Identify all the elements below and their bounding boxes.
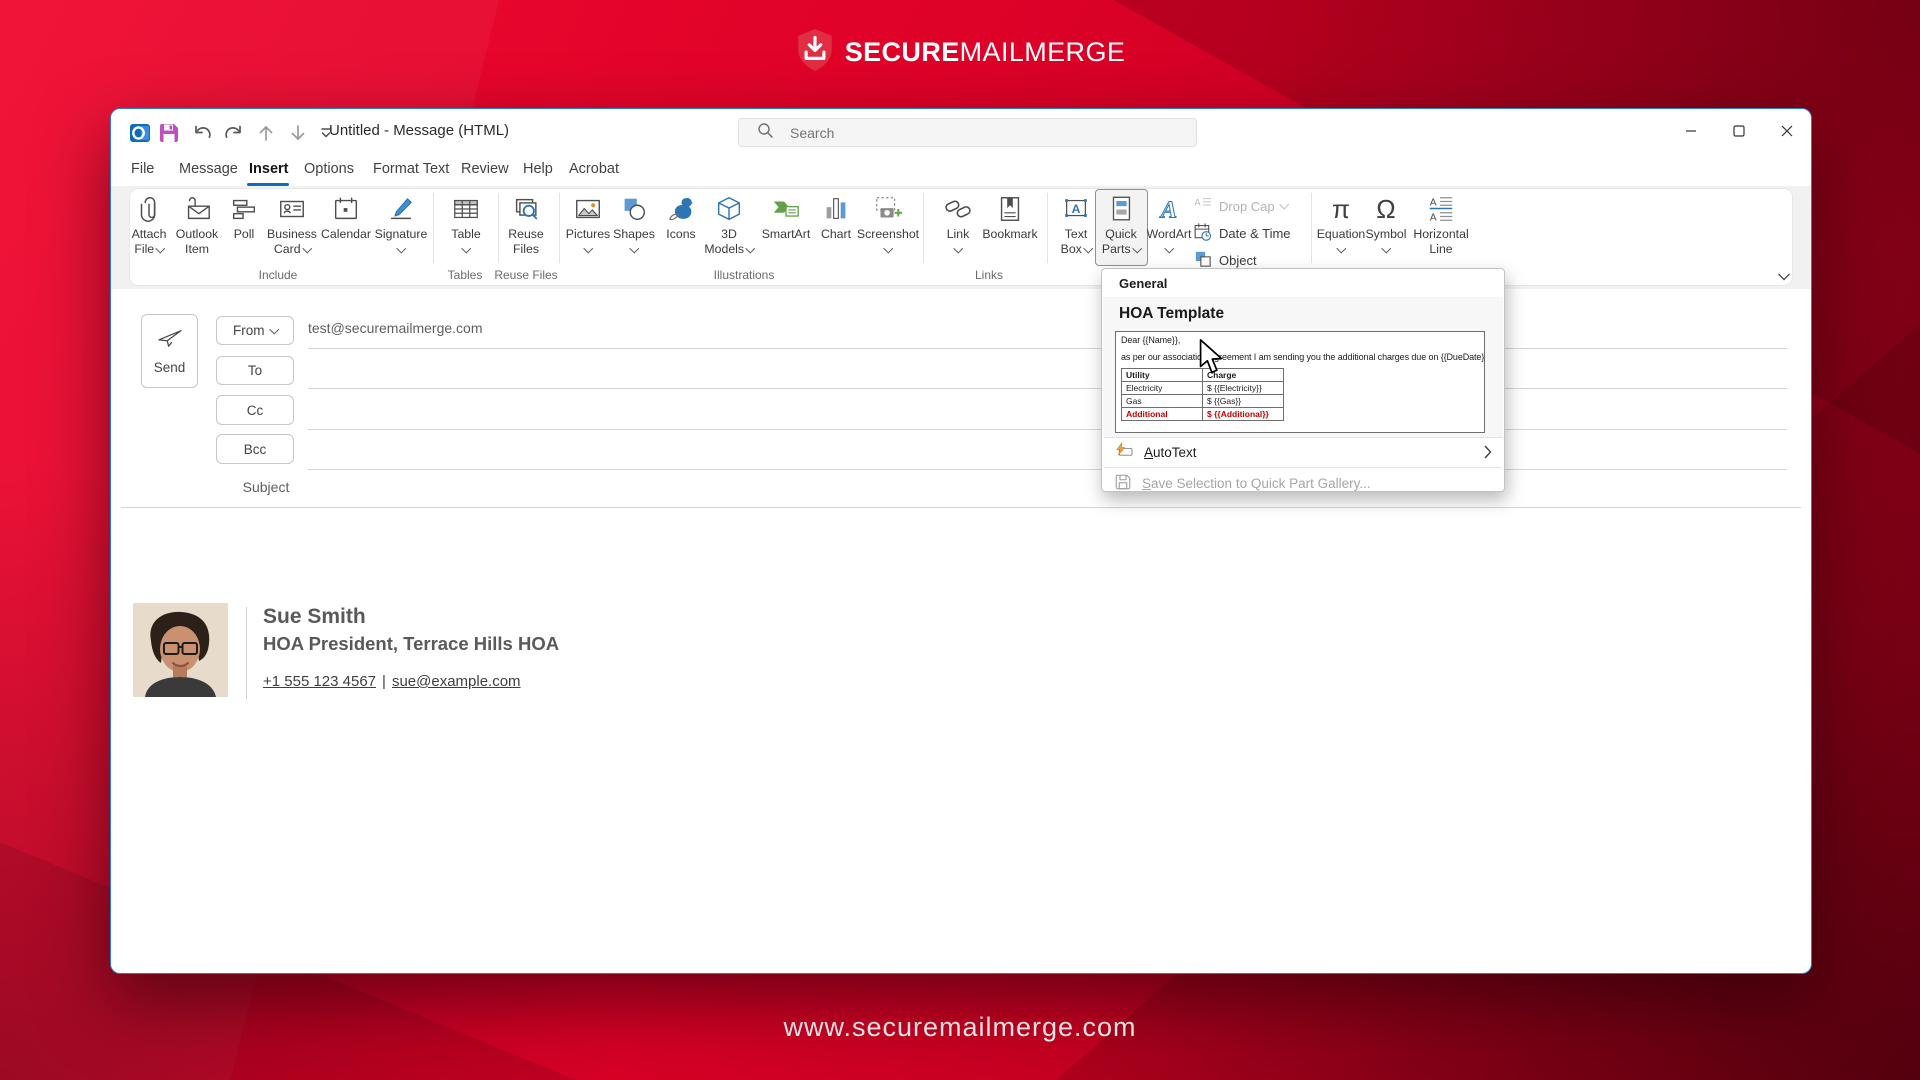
tab-file[interactable]: File	[131, 153, 154, 186]
brand-shield-icon	[795, 28, 835, 77]
menu-section-general: General	[1119, 276, 1168, 291]
dropdown-chevron-icon	[583, 243, 593, 253]
quick-parts-gallery: HOA Template Dear {{Name}}, as per our a…	[1103, 297, 1503, 437]
tab-options[interactable]: Options	[304, 153, 354, 186]
signature-pen-icon	[366, 191, 436, 227]
signature-divider	[246, 607, 247, 699]
preview-body: as per our association agreement I am se…	[1121, 352, 1485, 362]
mouse-cursor	[1196, 339, 1226, 380]
dropdown-chevron-icon	[1336, 243, 1346, 253]
menu-item-save-selection: Save Selection to Quick Part Gallery...	[1102, 470, 1504, 496]
tab-insert[interactable]: Insert	[249, 153, 289, 186]
quick-parts-menu: General HOA Template Dear {{Name}}, as p…	[1101, 268, 1505, 492]
collapse-ribbon-icon[interactable]	[1777, 269, 1791, 287]
outlook-message-window: Untitled - Message (HTML) File Message I…	[110, 108, 1812, 974]
from-field-line[interactable]	[308, 348, 1787, 349]
reuse-files-icon	[491, 191, 561, 227]
cc-field-line[interactable]	[308, 429, 1787, 430]
drop-cap-icon: A	[1193, 195, 1213, 218]
signature-name: Sue Smith	[263, 605, 366, 628]
to-field-line[interactable]	[308, 388, 1787, 389]
close-button[interactable]	[1764, 109, 1810, 153]
signature-phone-link[interactable]: +1 555 123 4567	[263, 673, 376, 690]
svg-text:A: A	[1430, 212, 1437, 223]
minimize-button[interactable]	[1668, 109, 1714, 153]
bookmark-button[interactable]: Bookmark	[975, 191, 1045, 257]
search-box[interactable]	[738, 118, 1197, 147]
from-address-value: test@securemailmerge.com	[308, 320, 483, 336]
horizontal-line-button[interactable]: A A Horizontal Line	[1406, 191, 1476, 257]
submenu-chevron-icon	[1484, 439, 1492, 465]
dropdown-chevron-icon	[396, 243, 406, 253]
dropdown-chevron-icon	[1164, 243, 1174, 253]
bcc-field-line[interactable]	[308, 469, 1787, 470]
move-up-icon[interactable]	[255, 122, 277, 144]
dropdown-chevron-icon	[461, 243, 471, 253]
date-time-icon	[1193, 222, 1213, 245]
svg-text:A: A	[1430, 197, 1437, 208]
send-plane-icon	[156, 327, 184, 352]
hoa-template-preview[interactable]: Dear {{Name}}, as per our association ag…	[1115, 331, 1485, 433]
brand-name: SECUREMAILMERGE	[844, 37, 1126, 67]
window-title: Untitled - Message (HTML)	[329, 122, 510, 139]
date-time-button[interactable]: Date & Time	[1193, 222, 1291, 244]
menu-item-autotext[interactable]: AutoText	[1102, 439, 1504, 465]
dropdown-chevron-icon	[269, 324, 279, 334]
reuse-files-button[interactable]: Reuse Files	[491, 191, 561, 257]
bookmark-icon	[975, 191, 1045, 227]
redo-icon[interactable]	[223, 122, 245, 144]
dropdown-chevron-icon	[1381, 243, 1391, 253]
tab-acrobat[interactable]: Acrobat	[569, 153, 619, 186]
outlook-app-icon	[129, 122, 151, 144]
cc-button[interactable]: Cc	[216, 395, 294, 425]
save-gallery-icon	[1114, 473, 1132, 494]
signature-contacts: +1 555 123 4567 | sue@example.com	[263, 673, 521, 690]
move-down-icon[interactable]	[287, 122, 309, 144]
tab-message[interactable]: Message	[179, 153, 238, 186]
signature-email-link[interactable]: sue@example.com	[392, 673, 521, 690]
group-label-include: Include	[258, 268, 298, 282]
svg-text:A: A	[1194, 197, 1201, 207]
undo-icon[interactable]	[191, 122, 213, 144]
signature-photo	[133, 603, 228, 697]
group-label-reuse-files: Reuse Files	[494, 268, 558, 282]
menu-separator	[1104, 437, 1502, 438]
search-input[interactable]	[788, 123, 1092, 142]
bcc-button[interactable]: Bcc	[216, 434, 294, 464]
svg-text:A: A	[1072, 202, 1081, 216]
tab-help[interactable]: Help	[523, 153, 553, 186]
screenshot-camera-icon	[853, 191, 923, 227]
group-label-links: Links	[974, 268, 1004, 282]
dropdown-chevron-icon	[629, 243, 639, 253]
search-icon	[757, 122, 774, 144]
dropdown-chevron-icon	[883, 243, 893, 253]
send-button[interactable]: Send	[141, 314, 198, 388]
screenshot-button[interactable]: Screenshot	[853, 191, 923, 257]
save-icon[interactable]	[158, 122, 180, 144]
dropdown-chevron-icon	[953, 243, 963, 253]
gallery-item-hoa-template[interactable]: HOA Template	[1119, 305, 1224, 323]
group-label-tables: Tables	[447, 268, 483, 282]
svg-text:A: A	[1159, 196, 1177, 223]
tab-format-text[interactable]: Format Text	[373, 153, 449, 186]
brand-logo: SECUREMAILMERGE	[0, 28, 1920, 77]
drop-cap-button: A Drop Cap	[1193, 195, 1289, 218]
signature-role: HOA President, Terrace Hills HOA	[263, 633, 560, 654]
tab-review[interactable]: Review	[461, 153, 509, 186]
group-label-illustrations: Illustrations	[713, 268, 775, 282]
subject-field-line[interactable]	[121, 507, 1801, 508]
dropdown-chevron-icon	[1279, 199, 1289, 210]
preview-greeting: Dear {{Name}},	[1121, 335, 1181, 345]
background: SECUREMAILMERGE www.securemailmerge.com	[0, 0, 1920, 1080]
from-button[interactable]: From	[216, 316, 294, 345]
autotext-icon	[1114, 441, 1134, 463]
signature-button[interactable]: Signature	[366, 191, 436, 257]
menu-separator	[1104, 467, 1502, 468]
maximize-button[interactable]	[1716, 109, 1762, 153]
to-button[interactable]: To	[216, 356, 294, 385]
subject-label: Subject	[242, 479, 290, 495]
horizontal-line-icon: A A	[1406, 191, 1476, 227]
footer-url: www.securemailmerge.com	[783, 1012, 1137, 1042]
